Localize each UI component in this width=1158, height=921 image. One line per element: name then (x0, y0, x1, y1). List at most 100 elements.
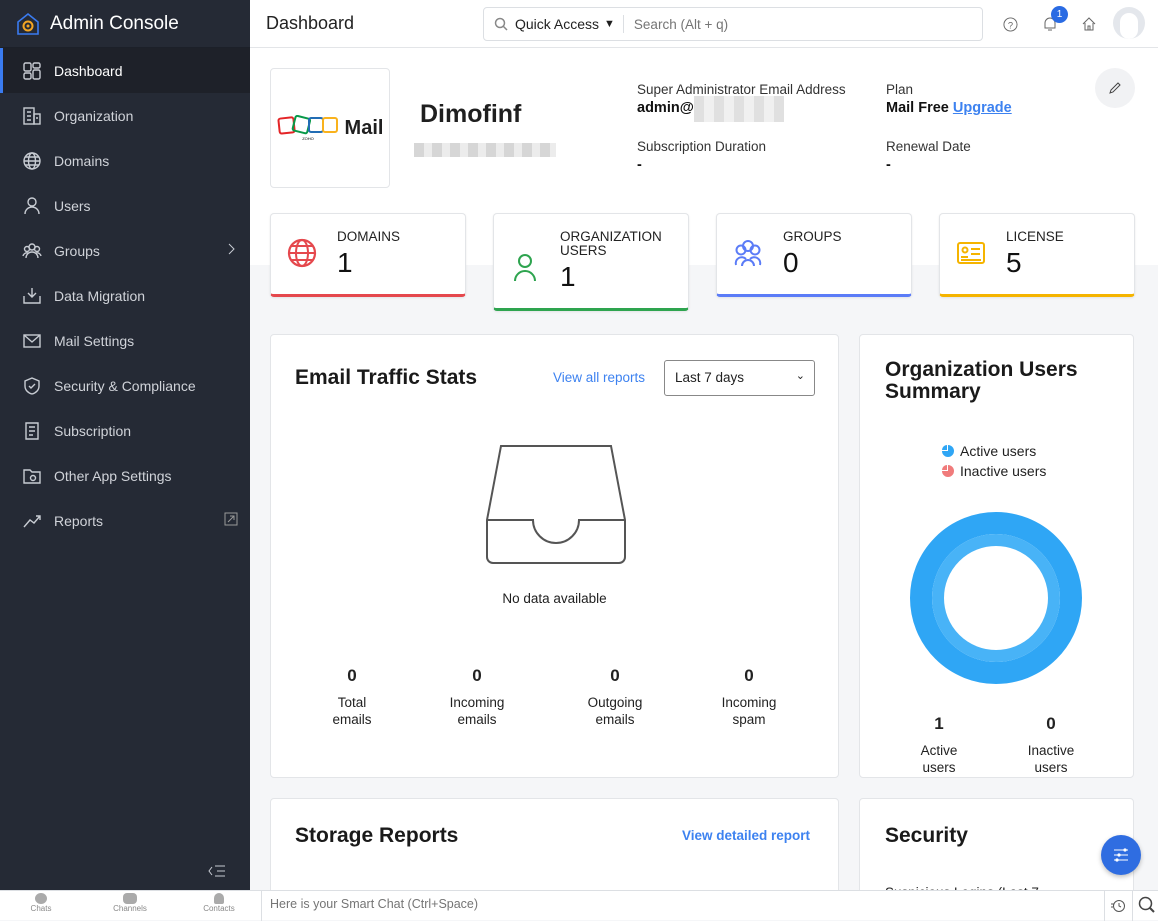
customize-fab-button[interactable] (1101, 835, 1141, 875)
traffic-title: Email Traffic Stats (295, 366, 478, 389)
edit-button[interactable] (1095, 68, 1135, 108)
users-donut-chart (910, 512, 1082, 684)
upgrade-link[interactable]: Upgrade (953, 100, 1012, 116)
globe-icon (23, 151, 41, 170)
stat-value: 0 (783, 247, 799, 278)
org-name: Dimofinf (420, 100, 522, 128)
search-bar[interactable]: Quick Access ▼ (483, 7, 983, 41)
stat-label: DOMAINS (337, 229, 401, 244)
svg-text:?: ? (1008, 20, 1013, 30)
search-icon (494, 17, 508, 31)
stat-label: ORGANIZATION USERS (560, 229, 662, 258)
top-bar: Dashboard Quick Access ▼ ? 1 (250, 0, 1158, 48)
download-tray-icon (23, 287, 41, 304)
home-icon[interactable] (1081, 16, 1097, 32)
email-value: admin@ (637, 96, 846, 122)
bottom-bar: Chats Channels Contacts (0, 890, 1158, 921)
traffic-metric: 0 Outgoing emails (587, 666, 643, 727)
sidebar-item-users[interactable]: Users (0, 183, 250, 228)
timer-icon[interactable] (1110, 897, 1126, 913)
traffic-metric: 0 Incoming spam (721, 666, 777, 727)
pencil-icon (1109, 82, 1121, 94)
traffic-metric: 0 Incoming emails (449, 666, 505, 727)
legend-item[interactable]: Inactive users (941, 461, 1046, 481)
logo-text: Mail (344, 116, 384, 139)
help-icon[interactable]: ? (1003, 17, 1018, 32)
folder-gear-icon (23, 468, 41, 484)
stat-card-license[interactable]: LICENSE 5 (939, 213, 1135, 297)
sidebar-item-subscription[interactable]: Subscription (0, 408, 250, 453)
sliders-icon (1114, 848, 1128, 862)
license-card-icon (957, 242, 985, 264)
sidebar-item-mail-settings[interactable]: Mail Settings (0, 318, 250, 363)
sidebar-item-label: Domains (54, 152, 110, 169)
groups-icon (734, 240, 762, 267)
collapse-sidebar-icon[interactable] (208, 864, 226, 878)
dashboard-icon (23, 61, 41, 80)
search-icon[interactable] (1138, 896, 1156, 914)
sidebar-item-organization[interactable]: Organization (0, 93, 250, 138)
sidebar-item-data-migration[interactable]: Data Migration (0, 273, 250, 318)
stat-card-groups[interactable]: GROUPS 0 (716, 213, 912, 297)
caret-down-icon: ▼ (604, 18, 615, 30)
sidebar-item-security-compliance[interactable]: Security & Compliance (0, 363, 250, 408)
search-input[interactable] (633, 16, 964, 32)
external-link-icon[interactable] (224, 512, 238, 526)
storage-title: Storage Reports (295, 824, 459, 847)
renewal-label: Renewal Date (886, 139, 971, 154)
page-title: Dashboard (266, 13, 355, 33)
user-metric: 1 Active users (920, 714, 958, 775)
sidebar-item-label: Other App Settings (54, 467, 172, 484)
sidebar-item-label: Data Migration (54, 287, 146, 304)
mail-gear-icon (23, 333, 41, 348)
stat-card-domains[interactable]: DOMAINS 1 (270, 213, 466, 297)
range-select[interactable]: Last 7 days ⌄ (664, 360, 815, 396)
sidebar-item-groups[interactable]: Groups (0, 228, 250, 273)
sidebar-item-dashboard[interactable]: Dashboard (0, 48, 250, 93)
pie-legend-icon (942, 465, 954, 477)
plan-value: Mail Free (886, 100, 949, 116)
smart-chat-input[interactable] (270, 897, 1070, 911)
avatar[interactable] (1113, 7, 1145, 39)
view-all-reports-link[interactable]: View all reports (553, 370, 645, 385)
receipt-icon (25, 421, 39, 440)
renewal-value: - (886, 157, 891, 173)
donut-inner-ring (932, 534, 1060, 662)
empty-inbox-icon (486, 445, 626, 564)
chats-button[interactable]: Chats (11, 893, 71, 913)
chevron-down-icon: ⌄ (795, 370, 805, 382)
sidebar-item-label: Organization (54, 107, 134, 124)
sidebar-item-label: Reports (54, 512, 104, 529)
sidebar-item-label: Security & Compliance (54, 377, 196, 394)
groups-icon (22, 242, 42, 258)
channels-button[interactable]: Channels (100, 893, 160, 913)
contacts-button[interactable]: Contacts (189, 893, 249, 913)
sidebar-header: Admin Console (0, 0, 250, 48)
pie-legend-icon (942, 445, 954, 457)
sidebar-item-label: Subscription (54, 422, 132, 439)
sidebar-item-reports[interactable]: Reports (0, 498, 250, 543)
stat-value: 1 (337, 247, 353, 278)
stat-label: LICENSE (1006, 229, 1064, 244)
quick-access-dropdown[interactable]: Quick Access (515, 16, 599, 32)
users-summary-title: Organization Users Summary (885, 358, 1078, 403)
org-logo: ZOHO Mail (270, 68, 390, 188)
stat-value: 1 (560, 261, 576, 292)
traffic-metric: 0 Total emails (332, 666, 372, 727)
duration-label: Subscription Duration (637, 139, 767, 154)
admin-console-logo-icon (17, 12, 39, 35)
sidebar-item-other-app-settings[interactable]: Other App Settings (0, 453, 250, 498)
sidebar-item-label: Users (54, 197, 91, 214)
chevron-right-icon (228, 243, 235, 255)
legend-item[interactable]: Active users (941, 441, 1046, 461)
email-traffic-card: Email Traffic Stats View all reports Las… (270, 334, 839, 778)
view-detailed-report-link[interactable]: View detailed report (682, 828, 810, 843)
sidebar-item-domains[interactable]: Domains (0, 138, 250, 183)
stat-value: 5 (1006, 247, 1022, 278)
stat-card-organization-users[interactable]: ORGANIZATION USERS 1 (493, 213, 689, 311)
no-data-text: No data available (502, 591, 607, 606)
user-metric: 0 Inactive users (1027, 714, 1075, 775)
security-title: Security (885, 824, 968, 847)
zoho-logo-icon: ZOHO (277, 115, 338, 141)
sidebar: Admin Console Dashboard Organization Domai… (0, 0, 250, 890)
